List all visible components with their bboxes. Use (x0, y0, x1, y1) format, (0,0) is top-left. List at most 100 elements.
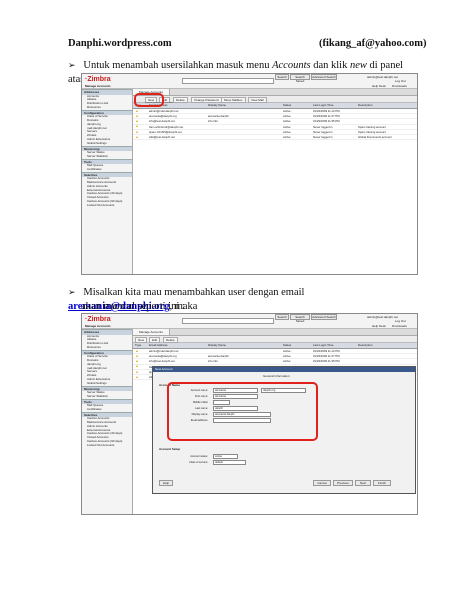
zimbra-main: Manage Accounts New Edit Delete Change P… (133, 89, 417, 274)
help-link-2[interactable]: Help Desk (372, 324, 386, 328)
account-icon (136, 135, 138, 138)
account-icon (136, 370, 138, 373)
cell-email: wiki@test.danphi.net (149, 134, 175, 139)
header-right: (fikang_af@yahoo.com) (319, 38, 427, 49)
cell-status: Active (283, 359, 291, 364)
advanced-search-button-2[interactable]: Advanced Search (311, 314, 337, 320)
header-left: Danphi.wordpress.com (68, 38, 172, 49)
dialog-help-button[interactable]: Help (159, 480, 173, 486)
account-icon (136, 130, 138, 133)
bullet-arrow-icon: ➢ (68, 60, 76, 70)
col-description-2[interactable]: Description (358, 343, 372, 348)
cell-display: aremania danphi (208, 354, 229, 359)
col-email-2[interactable]: Email Address (149, 343, 167, 348)
account-icon (136, 114, 138, 117)
col-status-2[interactable]: Status (283, 343, 291, 348)
dialog-finish-button[interactable]: Finish (373, 480, 391, 486)
toolbar-2: New Edit Delete (133, 336, 417, 343)
col-status[interactable]: Status (283, 103, 291, 108)
account-status-select[interactable]: Active (213, 454, 238, 460)
advanced-search-button[interactable]: Advanced Search (311, 74, 337, 80)
para1-new: new (349, 60, 367, 71)
zimbra-topbar: ·Zimbra Search Search Saved Advanced Sea… (82, 74, 417, 89)
col-last-login-2[interactable]: Last Login Time (313, 343, 333, 348)
cell-login: 01/29/2009 11:12 PM (313, 349, 340, 353)
cell-login: 01/29/2009 11:35 PM (313, 119, 340, 124)
section-account-setup: Account Setup (159, 447, 181, 451)
tab-manage-accounts-2[interactable]: Manage Accounts (133, 329, 170, 335)
bullet-arrow-icon-2: ➢ (68, 287, 76, 297)
col-display[interactable]: Display Name (208, 103, 226, 108)
zimbra-logo: ·Zimbra (85, 76, 111, 83)
dialog-previous-button[interactable]: Previous (333, 480, 353, 486)
logout-link-2[interactable]: Log Out (395, 319, 406, 323)
screenshot-1: ·Zimbra Search Search Saved Advanced Sea… (81, 73, 418, 275)
cell-email: admin@mail.danphi.net (149, 349, 179, 353)
zimbra-sidebar: Addresses Accounts Aliases Distribution Lis… (82, 89, 133, 274)
zimbra-sidebar-2: Addresses Accounts Aliases Distribution Lis… (82, 329, 133, 514)
sidebar-item-28-2[interactable]: Locked Out Accounts (82, 443, 132, 448)
account-icon (136, 360, 138, 363)
dialog-next-button[interactable]: Next (355, 480, 371, 486)
cell-email: info@test.danphi.net (149, 119, 175, 124)
zimbra-topbar-2: ·Zimbra Search Search Saved Advanced Sea… (82, 314, 417, 329)
cell-email: aremania@danphi.org (149, 114, 177, 119)
saved-search-button[interactable]: Search Saved (290, 74, 310, 83)
dialog-cancel-button[interactable]: Cancel (313, 480, 331, 486)
cell-desc: Global Documents account (358, 134, 392, 139)
para1-text: Untuk menambah usersilahkan masuk menu (83, 60, 273, 71)
search-input-2[interactable] (182, 318, 274, 324)
cell-login: Never logged in (313, 124, 333, 129)
cos-field[interactable]: default (213, 460, 246, 466)
col-display-2[interactable]: Display Name (208, 343, 226, 348)
cell-login: 01/29/2009 11:27 PM (313, 114, 340, 119)
cell-status: Active (283, 349, 291, 353)
account-icon (136, 375, 138, 378)
cell-status: Active (283, 129, 291, 134)
cell-status: Active (283, 354, 291, 359)
col-type-2[interactable]: Type (135, 343, 141, 348)
account-icon (136, 354, 138, 357)
dialog-tab-general[interactable]: General Information (263, 374, 290, 378)
cell-status: Active (283, 119, 291, 124)
search-button[interactable]: Search (275, 74, 289, 80)
search-input[interactable] (182, 78, 274, 84)
cell-status: Active (283, 114, 291, 119)
cell-display: aremania danphi (208, 114, 229, 119)
cell-email: admin@mail.danphi.net (149, 109, 179, 113)
cell-desc: Spam training account (358, 124, 386, 129)
cell-display: info info (208, 119, 218, 124)
dialog-title: New Account (153, 367, 415, 372)
cell-desc: Spam training account (358, 129, 386, 134)
saved-search-button-2[interactable]: Search Saved (290, 314, 310, 323)
cell-login: 01/29/2009 11:12 PM (313, 109, 340, 113)
sidebar-item-28[interactable]: Locked Out Accounts (82, 203, 132, 208)
tab-bar: Manage Accounts (133, 89, 417, 96)
manage-accounts-label-2: Manage Accounts (85, 324, 111, 328)
cell-display: info info (208, 359, 218, 364)
account-icon (136, 349, 138, 352)
col-last-login[interactable]: Last Login Time (313, 103, 333, 108)
account-icon (136, 120, 138, 123)
account-status-label: Account status: (190, 455, 208, 458)
downloads-link[interactable]: Downloads (392, 84, 407, 88)
search-button-2[interactable]: Search (275, 314, 289, 320)
cell-email: spam.z3m5f3@danphi.net (149, 129, 182, 134)
account-icon (136, 365, 138, 368)
para2-text: Misalkan kita mau menambahkan user denga… (83, 287, 305, 298)
logout-link[interactable]: Log Out (395, 79, 406, 83)
para1-mid: dan klik (310, 60, 350, 71)
col-description[interactable]: Description (358, 103, 372, 108)
tab-bar-2: Manage Accounts (133, 329, 417, 336)
accounts-table-1: admin@mail.danphi.net Active 01/29/2009 11… (133, 109, 417, 141)
help-link[interactable]: Help Desk (372, 84, 386, 88)
cell-email: info@test.danphi.net (149, 359, 175, 364)
admin-user: admin@test.danphi.net (367, 75, 398, 79)
manage-accounts-label: Manage Accounts (85, 84, 111, 88)
screenshot-2: ·Zimbra Search Search Saved Advanced Sea… (81, 313, 418, 515)
table-row[interactable]: wiki@test.danphi.net Active Never logged i… (133, 134, 417, 141)
paragraph-2-line2: akan muncul seperti ini : (81, 301, 185, 312)
downloads-link-2[interactable]: Downloads (392, 324, 407, 328)
cell-login: 01/29/2009 11:27 PM (313, 354, 340, 359)
toolbar: New Edit Delete Change Password Move Mai… (133, 96, 417, 103)
